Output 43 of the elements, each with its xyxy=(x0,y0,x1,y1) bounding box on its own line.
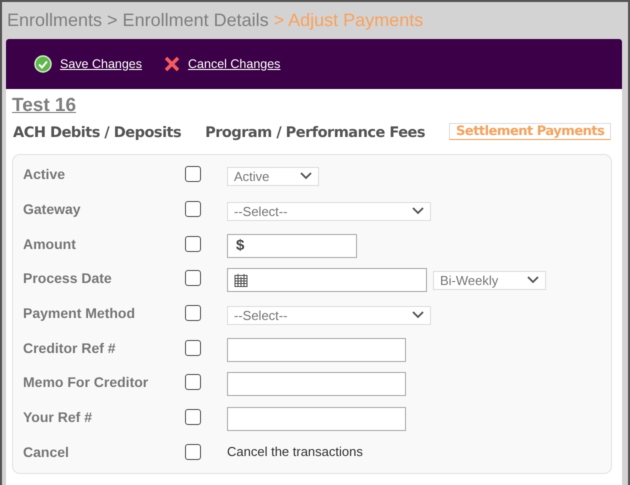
checkbox[interactable] xyxy=(185,236,201,252)
checkbox[interactable] xyxy=(185,340,201,356)
toolbar-link[interactable]: Save Changes xyxy=(60,57,142,71)
record-title: Test 16 xyxy=(12,95,76,117)
breadcrumb-item: > Adjust Payments xyxy=(274,10,424,31)
checkbox[interactable] xyxy=(185,409,201,426)
text-field[interactable] xyxy=(227,338,406,362)
check-icon xyxy=(34,55,52,73)
checkbox[interactable] xyxy=(185,270,201,286)
checkbox-caption: Cancel the transactions xyxy=(227,444,363,460)
chevron-icon xyxy=(412,311,424,320)
chevron-icon xyxy=(527,276,539,284)
dropdown[interactable]: Bi-Weekly xyxy=(433,270,546,290)
breadcrumb-item[interactable]: > Enrollment Details xyxy=(107,10,269,31)
field-label: Memo For Creditor xyxy=(23,374,150,390)
amount-field[interactable]: $ xyxy=(227,234,357,258)
tab[interactable]: ACH Debits / Deposits xyxy=(13,123,182,146)
toolbar-link[interactable]: Cancel Changes xyxy=(188,57,280,71)
checkbox[interactable] xyxy=(185,201,201,218)
field-label: Gateway xyxy=(23,201,82,218)
tab[interactable]: Program / Performance Fees xyxy=(205,123,426,146)
close-icon xyxy=(164,56,180,72)
field-label: Active xyxy=(23,166,66,182)
breadcrumb-item[interactable]: Enrollments xyxy=(7,10,102,31)
date-field[interactable] xyxy=(227,268,427,292)
checkbox[interactable] xyxy=(185,305,201,322)
dropdown[interactable]: Active xyxy=(227,166,319,186)
field-label: Creditor Ref # xyxy=(23,340,117,356)
text-field[interactable] xyxy=(227,407,406,432)
field-label: Process Date xyxy=(23,270,113,286)
field-label: Your Ref # xyxy=(23,409,93,426)
chevron-icon xyxy=(300,172,312,180)
dropdown[interactable]: --Select-- xyxy=(227,202,431,221)
chevron-icon xyxy=(412,207,424,216)
field-label: Payment Method xyxy=(23,305,136,322)
checkbox[interactable] xyxy=(185,374,201,390)
checkbox[interactable] xyxy=(185,444,201,460)
calendar-icon xyxy=(234,273,248,288)
checkbox[interactable] xyxy=(185,166,201,182)
field-label: Cancel xyxy=(23,444,70,460)
field-label: Amount xyxy=(23,236,77,252)
dropdown[interactable]: --Select-- xyxy=(227,306,431,325)
text-field[interactable] xyxy=(227,372,406,396)
